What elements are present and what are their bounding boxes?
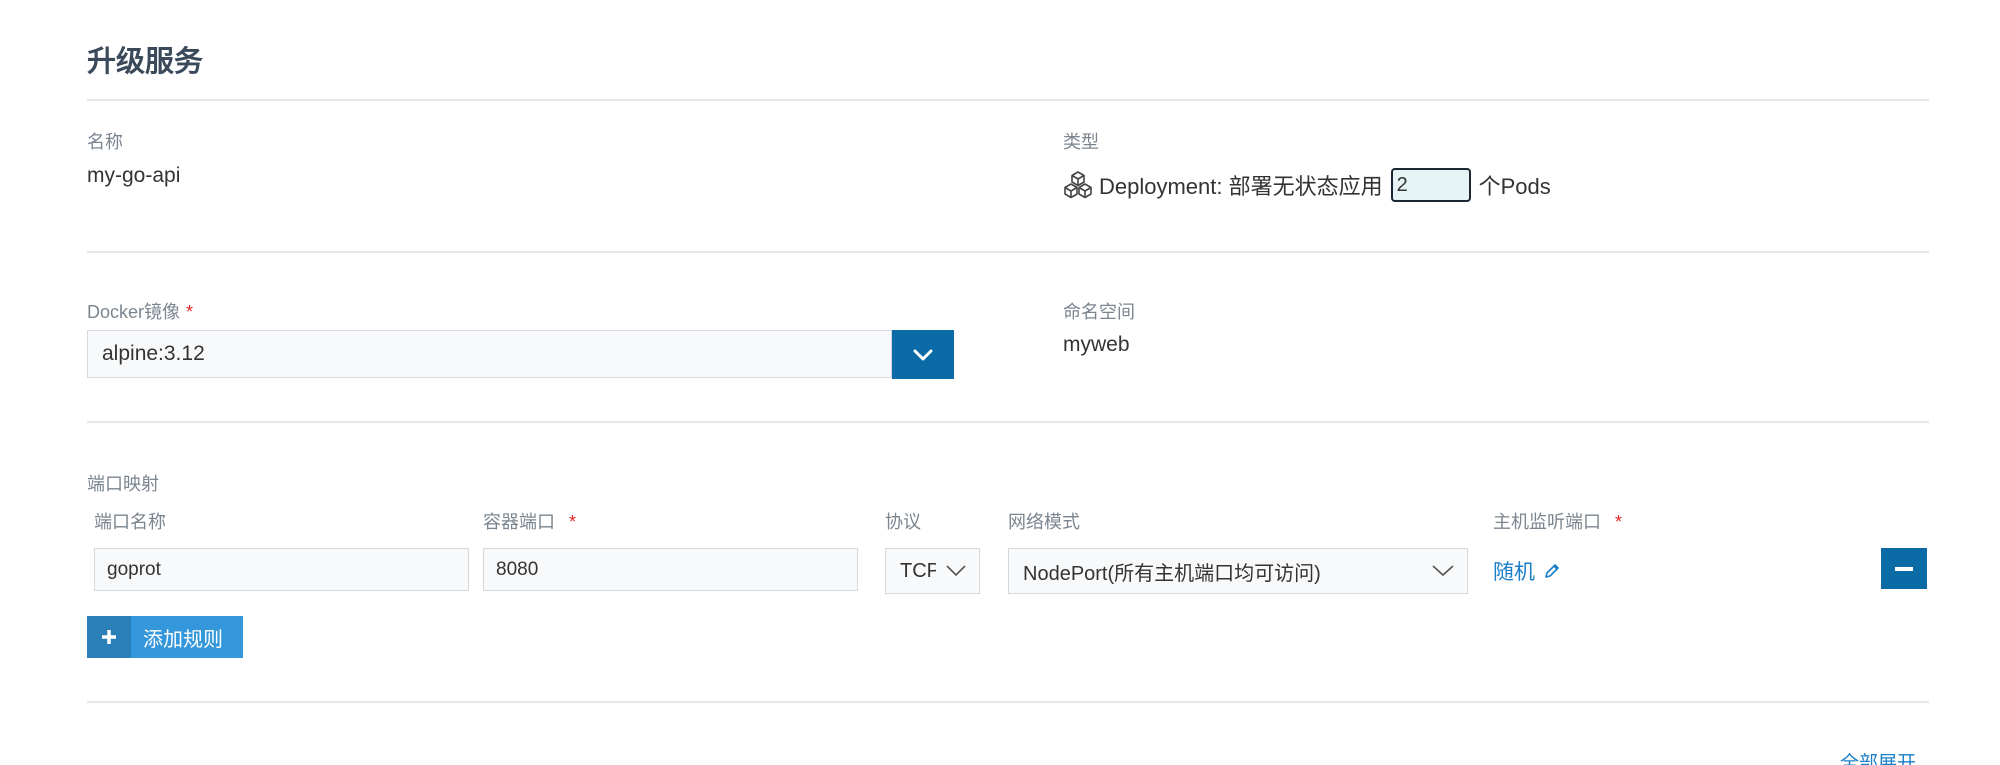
add-rule-button[interactable]: 添加规则: [87, 616, 243, 658]
chevron-down-icon: [913, 349, 933, 360]
page-title: 升级服务: [87, 46, 204, 78]
host-port-random-link[interactable]: 随机: [1493, 556, 1561, 586]
type-prefix: Deployment: 部署无状态应用: [1099, 174, 1383, 199]
col-container-port: 容器端口 *: [483, 508, 576, 534]
required-marker: *: [569, 512, 577, 532]
plus-icon: [87, 616, 131, 658]
protocol-select[interactable]: TCP: [885, 548, 980, 594]
cubes-icon: [1063, 170, 1093, 200]
divider: [87, 421, 1929, 423]
container-port-input[interactable]: [483, 548, 858, 591]
remove-rule-button[interactable]: [1881, 548, 1927, 589]
port-name-input[interactable]: [94, 548, 469, 591]
namespace-value: myweb: [1063, 333, 1130, 356]
col-host-port-text: 主机监听端口: [1493, 512, 1601, 532]
name-label: 名称: [87, 132, 123, 152]
name-value: my-go-api: [87, 164, 181, 187]
docker-image-label-text: Docker镜像: [87, 302, 181, 322]
required-marker: *: [1615, 512, 1623, 532]
col-host-port: 主机监听端口 *: [1493, 508, 1622, 534]
docker-image-label: Docker镜像 *: [87, 298, 193, 324]
chevron-down-icon: [1419, 565, 1467, 577]
port-mapping-label: 端口映射: [87, 474, 159, 494]
divider: [87, 251, 1929, 253]
namespace-label: 命名空间: [1063, 302, 1135, 322]
expand-all-link[interactable]: 全部展开: [1840, 748, 1916, 765]
add-rule-label: 添加规则: [143, 628, 223, 651]
col-container-port-text: 容器端口: [483, 512, 555, 532]
type-row: Deployment: 部署无状态应用 个Pods: [1063, 168, 1551, 202]
pods-count-input[interactable]: [1390, 168, 1471, 202]
divider: [87, 99, 1929, 101]
type-suffix: 个Pods: [1478, 174, 1551, 199]
upgrade-service-form: 升级服务 名称 my-go-api 类型 Deployment: 部署无状态应用…: [0, 0, 2000, 765]
network-mode-select[interactable]: NodePort(所有主机端口均可访问): [1008, 548, 1468, 594]
docker-image-input[interactable]: [87, 330, 892, 378]
network-mode-value: NodePort(所有主机端口均可访问): [1023, 562, 1321, 585]
divider: [87, 701, 1929, 703]
pencil-icon: [1545, 564, 1559, 578]
host-port-value: 随机: [1493, 561, 1535, 584]
col-protocol: 协议: [885, 512, 921, 532]
type-label: 类型: [1063, 132, 1099, 152]
minus-icon: [1895, 566, 1913, 571]
col-port-name: 端口名称: [94, 512, 166, 532]
protocol-value: TCP: [900, 559, 936, 582]
col-network-mode: 网络模式: [1008, 512, 1080, 532]
chevron-down-icon: [936, 565, 976, 577]
docker-image-dropdown-button[interactable]: [892, 330, 954, 379]
required-marker: *: [186, 302, 194, 322]
